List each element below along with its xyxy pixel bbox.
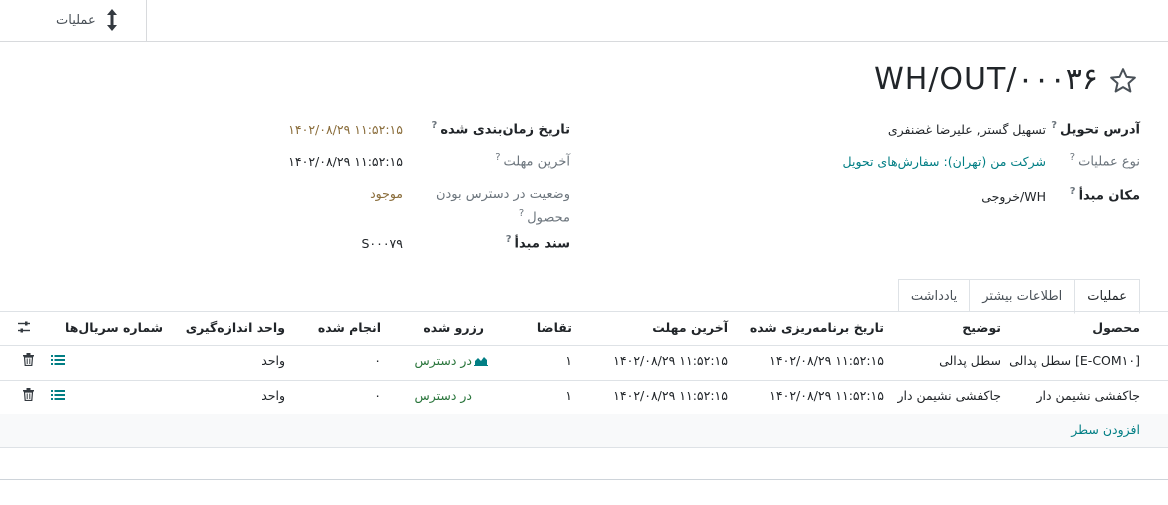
cell-done[interactable]: ۰ [374, 388, 381, 403]
cell-done[interactable]: ۰ [374, 353, 381, 368]
help-icon[interactable]: ? [506, 234, 512, 245]
tab-note[interactable]: یادداشت [897, 279, 971, 312]
cell-uom[interactable]: واحد [261, 353, 285, 368]
col-header-scheduled-date[interactable]: تاریخ برنامه‌ریزی شده [750, 320, 884, 335]
cell-product[interactable]: [E-COM۱۰] سطل پدالی [1009, 353, 1140, 368]
tab-additional-info[interactable]: اطلاعات بیشتر [969, 279, 1076, 312]
col-header-uom[interactable]: واحد اندازه‌گیری [186, 320, 285, 335]
cell-deadline[interactable]: ۱۴۰۲/۰۸/۲۹ ۱۱:۵۲:۱۵ [613, 388, 728, 403]
add-line-row [0, 414, 1168, 447]
trash-icon[interactable] [23, 388, 34, 401]
availability-label: وضعیت در دسترس بودن محصول? [435, 187, 570, 226]
list-details-icon[interactable] [51, 354, 65, 366]
divider [0, 479, 1168, 480]
operation-type-value[interactable]: شرکت من (تهران): سفارش‌های تحویل [843, 154, 1047, 169]
col-header-deadline[interactable]: آخرین مهلت [652, 320, 728, 335]
operation-type-label: نوع عملیات? [1069, 152, 1140, 170]
col-header-product[interactable]: محصول [1092, 320, 1140, 335]
deadline-label: آخرین مهلت? [495, 152, 570, 170]
help-icon[interactable]: ? [1070, 152, 1075, 163]
divider [0, 447, 1168, 448]
help-icon[interactable]: ? [1051, 120, 1057, 131]
tab-operations[interactable]: عملیات [1074, 279, 1140, 314]
source-location-label: مکان مبدأ? [1069, 186, 1140, 204]
star-icon[interactable] [1108, 66, 1138, 96]
control-panel: عملیات [0, 0, 1168, 42]
col-header-description[interactable]: توضیح [962, 320, 1001, 335]
cell-scheduled-date[interactable]: ۱۴۰۲/۰۸/۲۹ ۱۱:۵۲:۱۵ [769, 353, 884, 368]
col-header-done[interactable]: انجام شده [318, 320, 381, 335]
cell-demand[interactable]: ۱ [565, 353, 572, 368]
divider [0, 345, 1168, 346]
col-header-demand[interactable]: تقاضا [537, 320, 572, 335]
source-document-label: سند مبدأ? [505, 234, 570, 252]
list-details-icon[interactable] [51, 389, 65, 401]
deadline-value: ۱۴۰۲/۰۸/۲۹ ۱۱:۵۲:۱۵ [288, 154, 403, 169]
cell-description[interactable]: سطل پدالی [939, 353, 1001, 368]
chart-icon[interactable] [474, 355, 488, 366]
updown-arrow-icon [106, 9, 117, 31]
operations-button[interactable]: عملیات [56, 8, 118, 32]
cell-product[interactable]: جاکفشی نشیمن دار [1036, 388, 1140, 403]
record-title: WH/OUT/۰۰۰۳۶ [874, 62, 1098, 97]
delivery-address-value[interactable]: تسهیل گستر, علیرضا غضنفری [888, 122, 1046, 137]
trash-icon[interactable] [23, 353, 34, 366]
cell-description[interactable]: جاکفشی نشیمن دار [897, 388, 1001, 403]
settings-sliders-icon[interactable] [17, 320, 31, 334]
help-icon[interactable]: ? [1070, 186, 1076, 197]
help-icon[interactable]: ? [495, 152, 500, 163]
cell-demand[interactable]: ۱ [565, 388, 572, 403]
source-document-value[interactable]: S۰۰۰۷۹ [361, 236, 403, 251]
add-line-link[interactable]: افزودن سطر [1071, 422, 1140, 437]
cell-uom[interactable]: واحد [261, 388, 285, 403]
help-icon[interactable]: ? [519, 208, 524, 219]
divider [0, 380, 1168, 381]
scheduled-date-label: تاریخ زمان‌بندی شده? [431, 120, 570, 138]
scheduled-date-value[interactable]: ۱۴۰۲/۰۸/۲۹ ۱۱:۵۲:۱۵ [288, 122, 403, 137]
notebook-tabs: عملیات اطلاعات بیشتر یادداشت [897, 279, 1140, 314]
cell-reserved[interactable]: در دسترس [414, 388, 472, 403]
operations-table: محصول توضیح تاریخ برنامه‌ریزی شده آخرین … [0, 311, 1168, 481]
delivery-address-label: آدرس تحویل? [1051, 120, 1140, 138]
cell-deadline[interactable]: ۱۴۰۲/۰۸/۲۹ ۱۱:۵۲:۱۵ [613, 353, 728, 368]
divider [146, 0, 147, 41]
operations-label: عملیات [56, 12, 96, 28]
divider [0, 311, 1168, 312]
help-icon[interactable]: ? [432, 120, 438, 131]
source-location-value[interactable]: WH/خروجی [981, 189, 1046, 204]
cell-scheduled-date[interactable]: ۱۴۰۲/۰۸/۲۹ ۱۱:۵۲:۱۵ [769, 388, 884, 403]
cell-reserved[interactable]: در دسترس [414, 353, 488, 368]
col-header-reserved[interactable]: رزرو شده [423, 320, 484, 335]
col-header-serials[interactable]: شماره سریال‌ها [65, 320, 163, 335]
availability-value: موجود [370, 186, 403, 201]
